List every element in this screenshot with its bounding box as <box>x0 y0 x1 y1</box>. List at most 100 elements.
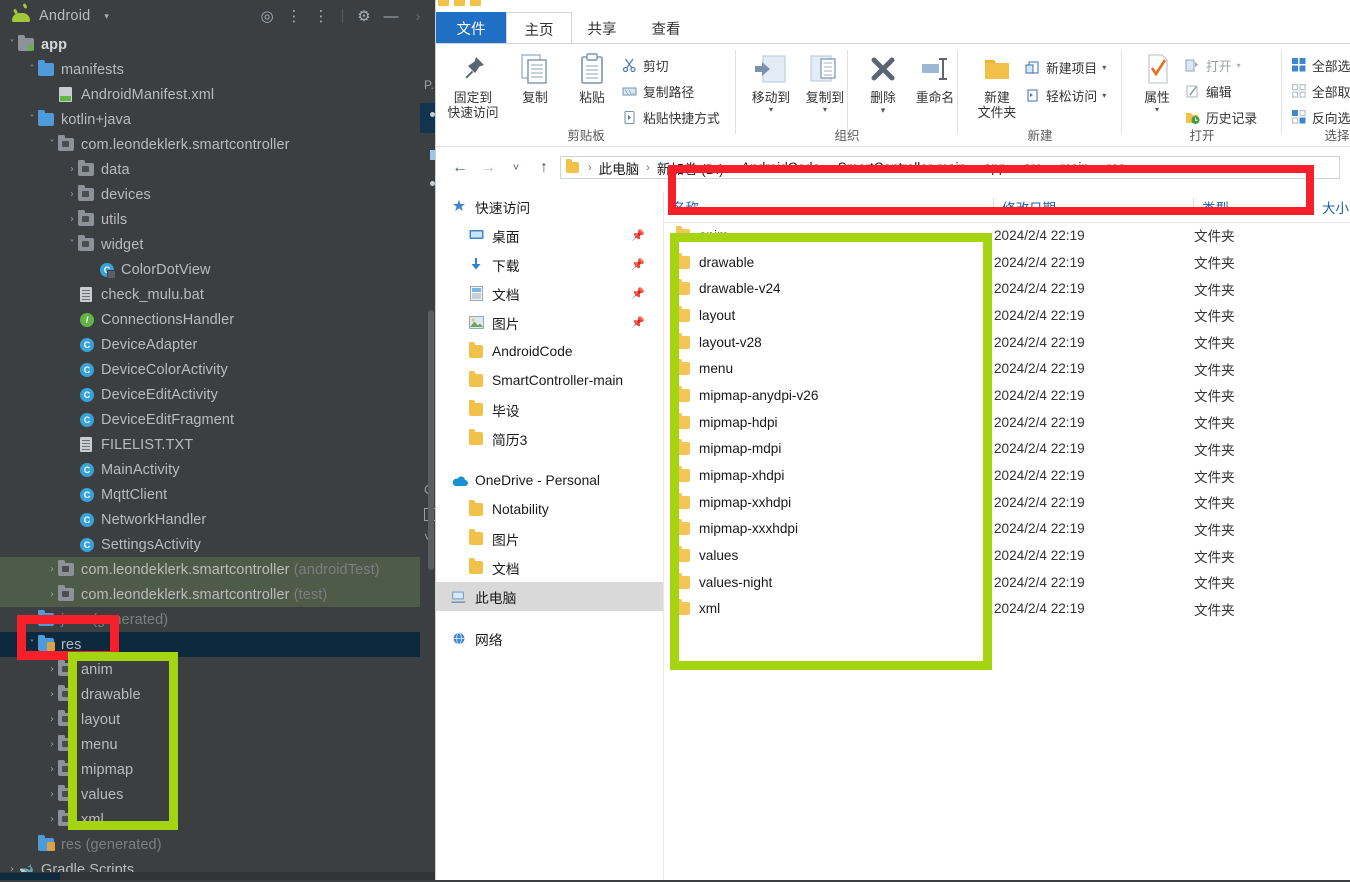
project-tree-scrollbar[interactable] <box>428 310 434 570</box>
tree-node-xml[interactable]: › xml <box>0 807 435 832</box>
nav-item--[interactable]: 图片 <box>436 524 663 553</box>
tree-node-filelist-txt[interactable]: FILELIST.TXT <box>0 432 435 457</box>
tree-node-anim[interactable]: › anim <box>0 657 435 682</box>
nav-item-notability[interactable]: Notability <box>436 495 663 524</box>
tree-expander-icon[interactable]: › <box>66 164 78 175</box>
tree-node-colordotview[interactable]: C ColorDotView <box>0 257 435 282</box>
tree-expander-icon[interactable]: › <box>46 789 58 800</box>
column-header-date[interactable]: 修改日期 <box>994 192 1194 221</box>
navigation-buttons[interactable]: ← → ˅ ↑ <box>446 157 558 179</box>
file-name-cell[interactable]: layout <box>664 305 994 323</box>
up-button[interactable]: ↑ <box>530 157 558 179</box>
close-icon[interactable]: › <box>409 7 427 25</box>
nav-item--[interactable]: 毕设 <box>436 395 663 424</box>
chevron-down-icon[interactable]: ▾ <box>1126 105 1188 114</box>
chevron-down-icon[interactable]: ▾ <box>852 105 914 116</box>
pin-icon[interactable]: 📌 <box>631 258 645 271</box>
new-folder-button[interactable]: 新建 文件夹 <box>966 48 1028 120</box>
file-list-area[interactable]: 名称 修改日期 类型 大小 anim 2024/2/4 22:19 文件夹 drawa… <box>664 192 1350 880</box>
new-folder-quick-icon[interactable] <box>470 0 481 6</box>
file-name-cell[interactable]: mipmap-xxhdpi <box>664 492 994 510</box>
tree-node-menu[interactable]: › menu <box>0 732 435 757</box>
tree-node-widget[interactable]: ˅ widget <box>0 232 435 257</box>
file-rows[interactable]: anim 2024/2/4 22:19 文件夹 drawable 2024/2/4 22… <box>664 222 1350 622</box>
tree-node-deviceeditactivity[interactable]: C DeviceEditActivity <box>0 382 435 407</box>
tree-node-mqttclient[interactable]: C MqttClient <box>0 482 435 507</box>
pin-icon[interactable]: 📌 <box>631 287 645 300</box>
minimize-icon[interactable]: — <box>382 7 400 25</box>
table-row[interactable]: mipmap-hdpi 2024/2/4 22:19 文件夹 <box>664 409 1350 436</box>
recent-locations-icon[interactable]: ˅ <box>502 157 530 179</box>
tree-expander-icon[interactable]: › <box>26 614 38 625</box>
file-name-cell[interactable]: menu <box>664 359 994 376</box>
tree-node-androidmanifest-xml[interactable]: AndroidManifest.xml <box>0 82 435 107</box>
pin-icon[interactable]: 📌 <box>631 316 645 329</box>
tree-node-com-leondeklerk-smartcontroller[interactable]: ˅ com.leondeklerk.smartcontroller <box>0 132 435 157</box>
file-name-cell[interactable]: drawable <box>664 252 994 270</box>
table-row[interactable]: values 2024/2/4 22:19 文件夹 <box>664 542 1350 569</box>
tree-node-connectionshandler[interactable]: I ConnectionsHandler <box>0 307 435 332</box>
select-none-button[interactable]: 全部取消 <box>1290 80 1350 102</box>
breadcrumb-item-4[interactable]: app <box>984 160 1007 175</box>
new-item-button[interactable]: 新建项目 ▾ <box>1024 56 1106 78</box>
tree-node-devicecoloractivity[interactable]: C DeviceColorActivity <box>0 357 435 382</box>
move-to-button[interactable]: 移动到 ▾ <box>740 48 802 114</box>
file-name-cell[interactable]: xml <box>664 599 994 616</box>
forward-button[interactable]: → <box>474 157 502 179</box>
tree-node-com-leondeklerk-smartcontroller[interactable]: › com.leondeklerk.smartcontroller (androi… <box>0 557 435 582</box>
file-name-cell[interactable]: drawable-v24 <box>664 279 994 296</box>
tree-expander-icon[interactable]: › <box>46 764 58 775</box>
navigation-pane[interactable]: 快速访问 桌面 📌 下载 📌 文档 📌 图片 📌 AndroidCode SmartControll… <box>436 192 664 880</box>
breadcrumb-separator-trailing[interactable]: › <box>1132 162 1136 174</box>
tree-node-settingsactivity[interactable]: C SettingsActivity <box>0 532 435 557</box>
tree-expander-icon[interactable]: › <box>46 739 58 750</box>
table-row[interactable]: anim 2024/2/4 22:19 文件夹 <box>664 222 1350 249</box>
properties-quick-icon[interactable] <box>454 0 465 6</box>
file-name-cell[interactable]: mipmap-hdpi <box>664 412 994 430</box>
nav-item--3[interactable]: 简历3 <box>436 424 663 453</box>
nav-item-androidcode[interactable]: AndroidCode <box>436 337 663 366</box>
file-name-cell[interactable]: values-night <box>664 572 994 590</box>
table-row[interactable]: drawable-v24 2024/2/4 22:19 文件夹 <box>664 275 1350 302</box>
tree-node-mainactivity[interactable]: C MainActivity <box>0 457 435 482</box>
file-name-cell[interactable]: values <box>664 546 994 563</box>
tree-node-values[interactable]: › values <box>0 782 435 807</box>
table-row[interactable]: mipmap-mdpi 2024/2/4 22:19 文件夹 <box>664 436 1350 463</box>
open-button[interactable]: 打开 ▾ <box>1184 54 1241 76</box>
tree-expander-icon[interactable]: › <box>66 189 78 200</box>
file-name-cell[interactable]: mipmap-mdpi <box>664 439 994 456</box>
breadcrumb-item-5[interactable]: src <box>1024 160 1042 175</box>
tree-node-utils[interactable]: › utils <box>0 207 435 232</box>
breadcrumb-item-6[interactable]: main <box>1060 160 1089 175</box>
breadcrumb-item-1[interactable]: 新加卷 (D:) <box>657 158 724 178</box>
tree-node-check-mulu-bat[interactable]: check_mulu.bat <box>0 282 435 307</box>
table-row[interactable]: drawable 2024/2/4 22:19 文件夹 <box>664 249 1350 276</box>
file-name-cell[interactable]: layout-v28 <box>664 332 994 350</box>
easy-access-button[interactable]: 轻松访问 ▾ <box>1024 84 1106 106</box>
column-header-size[interactable]: 大小 <box>1314 192 1350 221</box>
cut-button[interactable]: 剪切 <box>621 54 669 76</box>
tree-node-networkhandler[interactable]: C NetworkHandler <box>0 507 435 532</box>
chevron-down-icon[interactable]: ▾ <box>740 105 802 114</box>
file-name-cell[interactable]: mipmap-xhdpi <box>664 466 994 483</box>
tab-home[interactable]: 主页 <box>506 12 572 45</box>
tree-expander-icon[interactable]: ˅ <box>46 139 58 150</box>
tree-node-deviceadapter[interactable]: C DeviceAdapter <box>0 332 435 357</box>
tree-expander-icon[interactable]: › <box>46 664 58 675</box>
tree-expander-icon[interactable]: ˅ <box>26 639 38 650</box>
file-name-cell[interactable]: mipmap-anydpi-v26 <box>664 385 994 403</box>
tree-expander-icon[interactable]: › <box>46 689 58 700</box>
tab-share[interactable]: 共享 <box>570 12 634 44</box>
tab-view[interactable]: 查看 <box>634 12 698 44</box>
tree-node-app[interactable]: ˅ app <box>0 32 435 57</box>
chevron-down-icon[interactable]: ▾ <box>1237 61 1241 70</box>
settings-gear-icon[interactable]: ⚙ <box>355 7 373 25</box>
table-row[interactable]: layout 2024/2/4 22:19 文件夹 <box>664 302 1350 329</box>
select-all-button[interactable]: 全部选择 <box>1290 54 1350 76</box>
tree-expander-icon[interactable]: › <box>46 814 58 825</box>
tree-node-res[interactable]: ˅ res <box>0 632 435 657</box>
project-tree[interactable]: ˅ app ˅ manifests AndroidManifest.xml ˅ kotlin… <box>0 32 435 882</box>
pin-to-quick-access-button[interactable]: 固定到 快速访问 <box>442 48 504 120</box>
breadcrumb-item-3[interactable]: SmartController-main <box>838 160 966 175</box>
quick-access-toolbar[interactable] <box>438 0 481 8</box>
